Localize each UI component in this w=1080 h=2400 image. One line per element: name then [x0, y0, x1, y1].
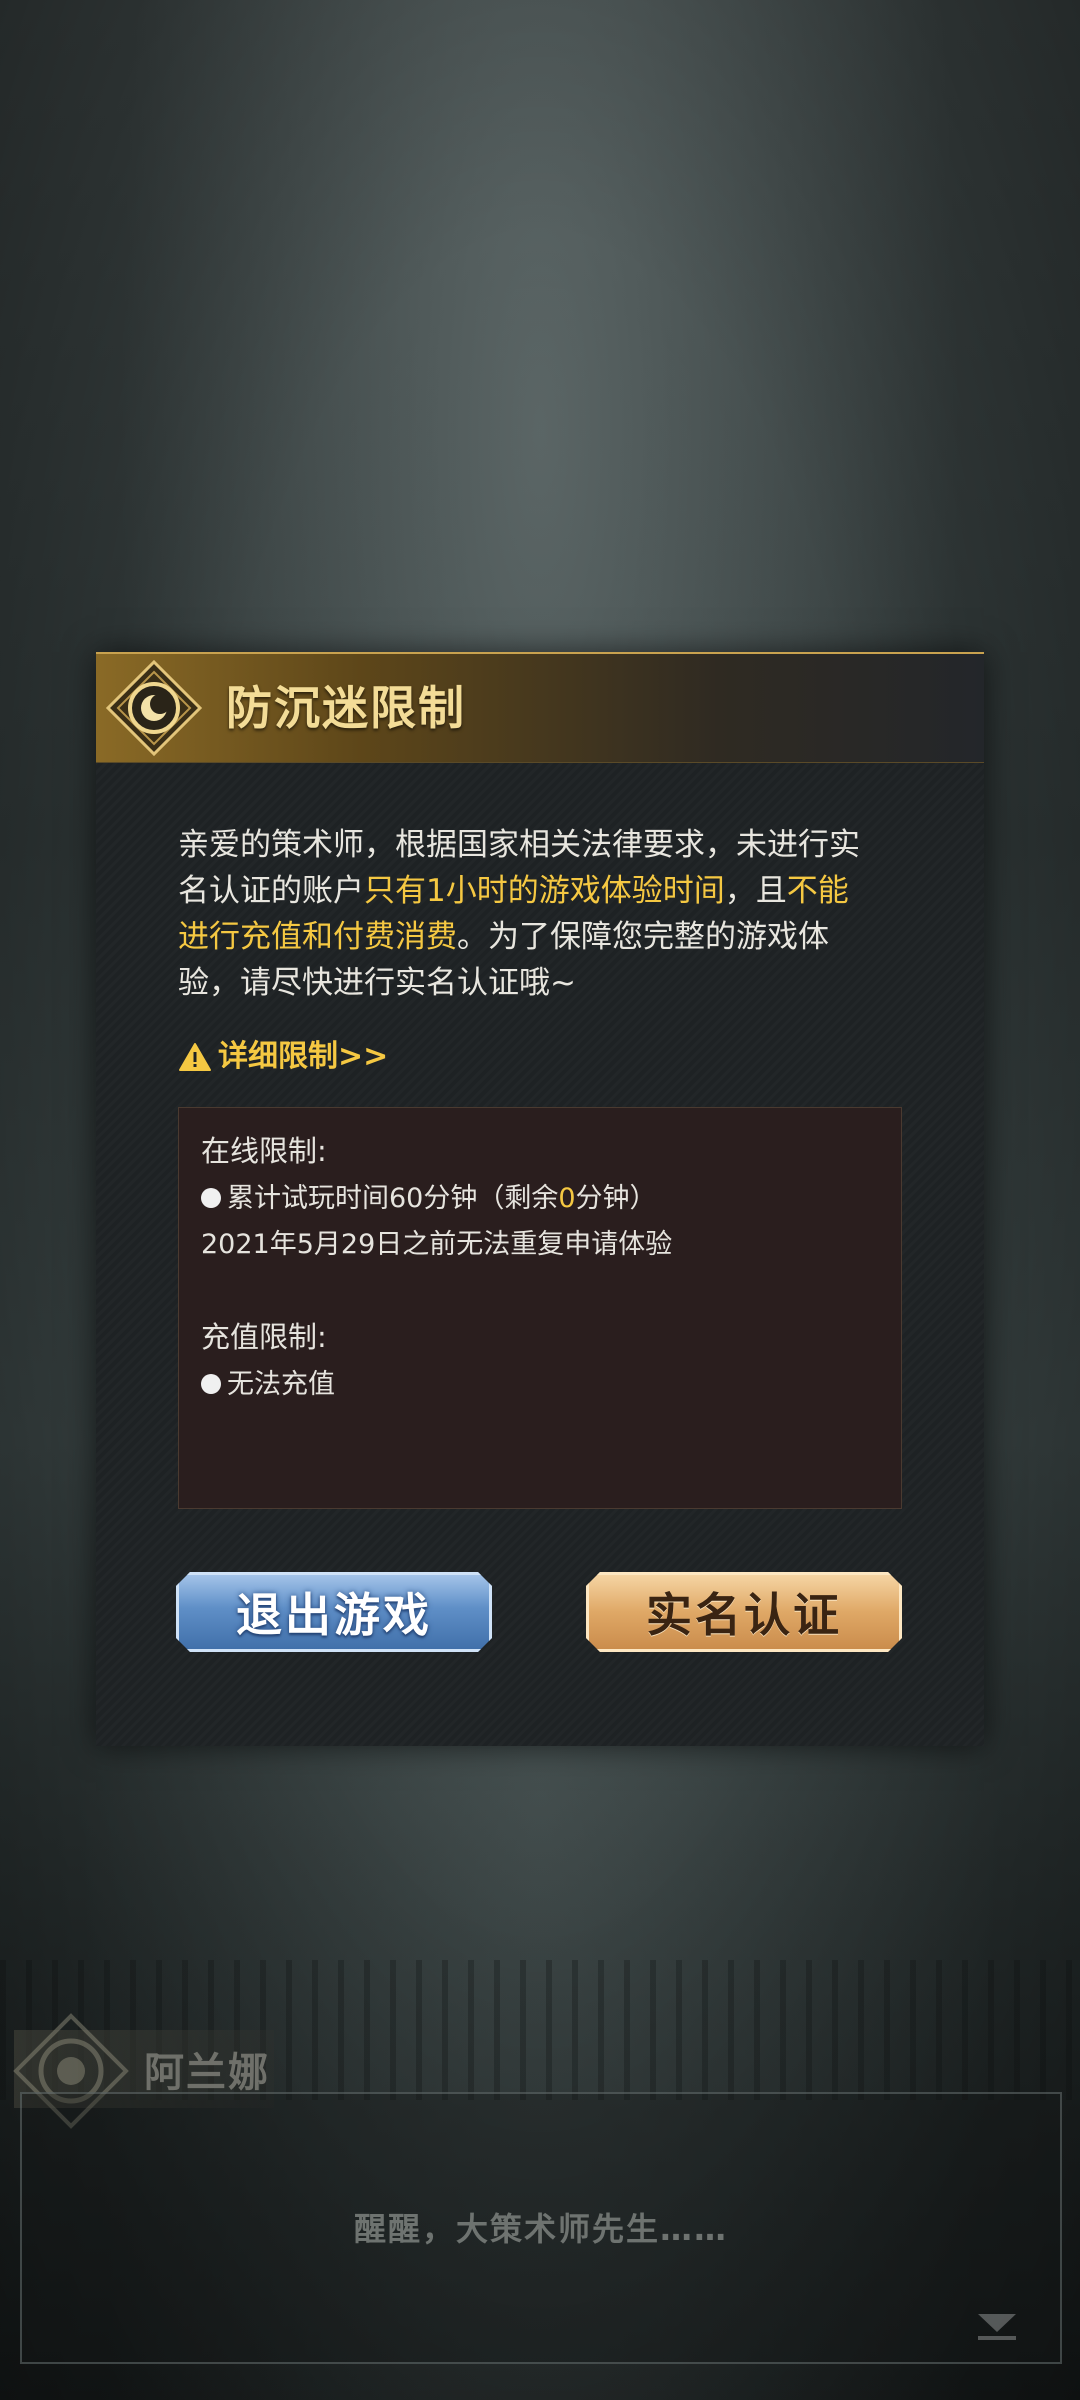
online-item-suffix: 分钟）: [575, 1183, 657, 1214]
recharge-item-text: 无法充值: [227, 1369, 335, 1400]
anti-addiction-dialog: 防沉迷限制 亲爱的策术师，根据国家相关法律要求，未进行实名认证的账户只有1小时的…: [96, 652, 984, 1746]
detail-link-label: 详细限制>>: [218, 1039, 389, 1074]
dialog-title: 防沉迷限制: [226, 681, 466, 735]
bullet-dot: [201, 1374, 221, 1394]
warning-icon: [179, 1043, 211, 1071]
online-item-prefix: 累计试玩时间60分钟（剩余: [227, 1183, 559, 1214]
dialog-message: 亲爱的策术师，根据国家相关法律要求，未进行实名认证的账户只有1小时的游戏体验时间…: [178, 822, 878, 1006]
speaker-name: 阿兰娜: [144, 2050, 270, 2096]
recharge-limit-title: 充值限制:: [201, 1320, 327, 1354]
recharge-limit-item: 无法充值: [201, 1362, 335, 1401]
online-limit-title: 在线限制:: [201, 1134, 327, 1168]
dialog-header: 防沉迷限制: [96, 652, 984, 763]
online-remaining: 0: [558, 1183, 576, 1214]
dialogue-line: 醒醒，大策术师先生……: [353, 2210, 728, 2248]
restrictions-box: 在线限制: 累计试玩时间60分钟（剩余0分钟） 2021年5月29日之前无法重复…: [178, 1107, 902, 1509]
emblem-icon: [106, 660, 202, 756]
message-highlight-1: 只有1小时的游戏体验时间: [364, 873, 725, 909]
exit-game-button[interactable]: 退出游戏: [176, 1572, 492, 1652]
online-limit-item: 累计试玩时间60分钟（剩余0分钟）: [201, 1176, 657, 1215]
detail-limits-link[interactable]: 详细限制>>: [178, 1032, 388, 1082]
bullet-dot: [201, 1188, 221, 1208]
message-text-2: ，且: [724, 873, 787, 909]
next-arrow-icon[interactable]: [974, 2310, 1020, 2344]
real-name-verify-button[interactable]: 实名认证: [586, 1572, 902, 1652]
dialogue-box[interactable]: 醒醒，大策术师先生……: [20, 2092, 1062, 2364]
online-limit-note: 2021年5月29日之前无法重复申请体验: [201, 1229, 673, 1260]
